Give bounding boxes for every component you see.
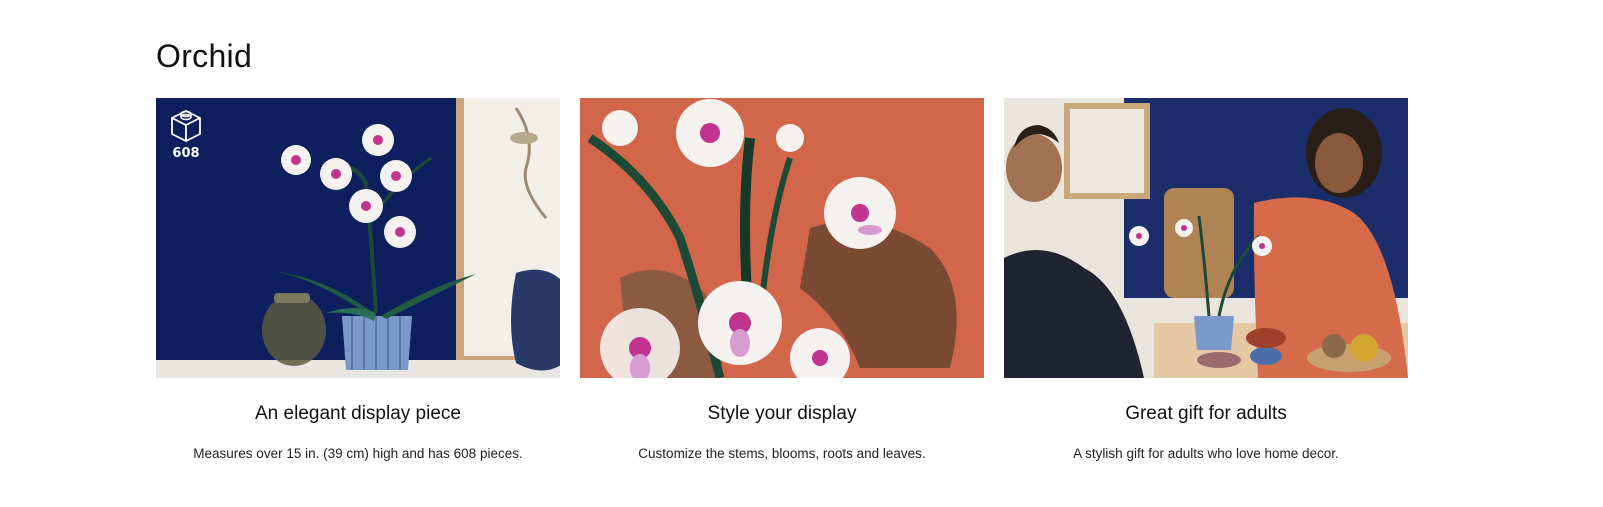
feature-card-elegant-display[interactable]: 608 An elegant display piece Measures ov… xyxy=(156,98,560,461)
card-description: Measures over 15 in. (39 cm) high and ha… xyxy=(193,446,523,461)
couple-building-image xyxy=(1004,98,1408,378)
brick-icon xyxy=(169,108,203,144)
piece-count-value: 608 xyxy=(172,146,200,161)
orchid-product-image: 608 xyxy=(156,98,560,378)
piece-count-badge: 608 xyxy=(166,108,206,161)
card-description: Customize the stems, blooms, roots and l… xyxy=(638,446,926,461)
card-title: Great gift for adults xyxy=(1125,403,1287,424)
card-title: Style your display xyxy=(707,403,857,424)
feature-cards: 608 An elegant display piece Measures ov… xyxy=(156,98,1408,461)
orchid-closeup-image xyxy=(580,98,984,378)
feature-card-gift-adults[interactable]: Great gift for adults A stylish gift for… xyxy=(1004,98,1408,461)
card-description: A stylish gift for adults who love home … xyxy=(1073,446,1339,461)
feature-card-style-display[interactable]: Style your display Customize the stems, … xyxy=(580,98,984,461)
card-title: An elegant display piece xyxy=(255,403,461,424)
page-title: Orchid xyxy=(156,38,253,74)
